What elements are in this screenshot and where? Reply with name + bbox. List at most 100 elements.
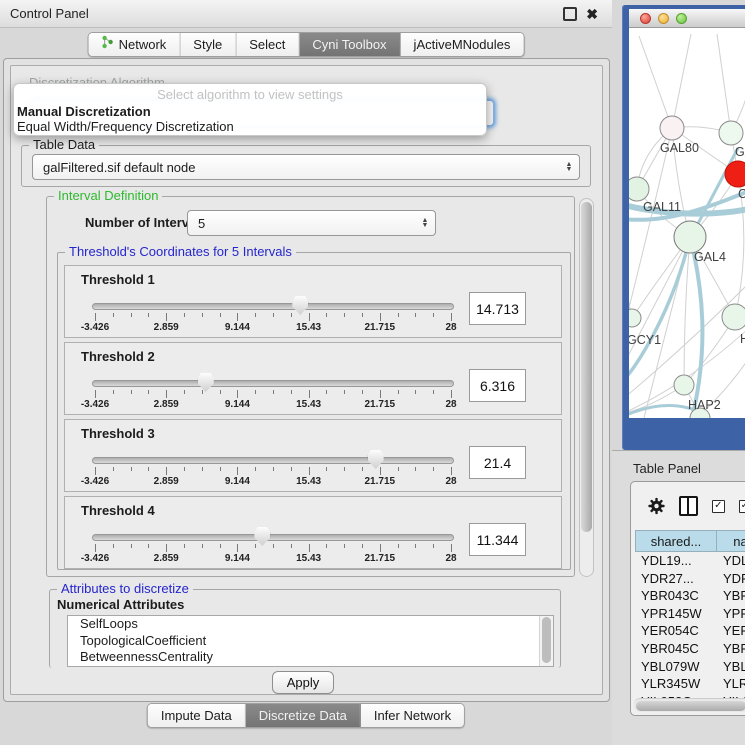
node-gcy1[interactable] bbox=[629, 309, 641, 327]
stepper-arrows-icon: ▲▼ bbox=[418, 218, 432, 228]
table-cell[interactable]: YBR043C bbox=[635, 587, 717, 605]
table-cell[interactable]: YBR0 bbox=[717, 640, 745, 658]
table-panel-window: ✓ ✓ shared... na YDL19...YDL1YDR27...YDR… bbox=[630, 481, 745, 716]
slider-tick bbox=[148, 313, 149, 317]
node-top-right[interactable] bbox=[719, 121, 743, 145]
table-cell[interactable]: YER0 bbox=[717, 622, 745, 640]
table-data-selected-value: galFiltered.sif default node bbox=[33, 160, 562, 175]
table-cell[interactable]: YLR3 bbox=[717, 675, 745, 693]
attributes-group: Attributes to discretize Numerical Attri… bbox=[49, 589, 561, 668]
network-canvas[interactable]: GAL80 GA C GAL11 GAL4 GCY1 H HAP2 bbox=[629, 28, 745, 418]
numerical-attributes-list[interactable]: SelfLoopsTopologicalCoefficientBetweenne… bbox=[67, 615, 554, 667]
number-of-intervals-value: 5 bbox=[188, 216, 418, 231]
tab-network[interactable]: Network bbox=[89, 33, 181, 56]
attributes-scrollbar[interactable] bbox=[539, 616, 553, 666]
table-row[interactable]: YDR27...YDR2 bbox=[635, 570, 745, 588]
node-gal80[interactable] bbox=[660, 116, 684, 140]
table-row[interactable]: YBR043CYBR0 bbox=[635, 587, 745, 605]
numerical-attributes-label: Numerical Attributes bbox=[57, 597, 184, 612]
threshold-slider-track[interactable] bbox=[92, 457, 454, 464]
threshold-slider-track[interactable] bbox=[92, 380, 454, 387]
threshold-value-field[interactable] bbox=[469, 446, 526, 479]
slider-tick bbox=[415, 544, 416, 548]
interval-scrollbar-thumb[interactable] bbox=[581, 202, 592, 532]
threshold-slider-thumb[interactable] bbox=[254, 527, 270, 546]
apply-button[interactable]: Apply bbox=[272, 671, 334, 694]
bottom-tab-discretize-data[interactable]: Discretize Data bbox=[246, 704, 361, 727]
node-h[interactable] bbox=[722, 304, 745, 330]
table-row[interactable]: YBR045CYBR0 bbox=[635, 640, 745, 658]
threshold-slider-track[interactable] bbox=[92, 534, 454, 541]
tab-style[interactable]: Style bbox=[180, 33, 236, 56]
threshold-value-field[interactable] bbox=[469, 369, 526, 402]
float-window-icon[interactable] bbox=[563, 7, 577, 21]
attributes-scrollbar-thumb[interactable] bbox=[542, 617, 551, 663]
threshold-slider-track[interactable] bbox=[92, 303, 454, 310]
table-row[interactable]: YPR145WYPR1 bbox=[635, 605, 745, 623]
table-cell[interactable]: YDL19... bbox=[635, 552, 717, 570]
attribute-list-item[interactable]: TopologicalCoefficient bbox=[68, 633, 553, 650]
slider-tick bbox=[362, 313, 363, 317]
table-horizontal-scrollbar[interactable] bbox=[634, 698, 745, 712]
number-of-intervals-combobox[interactable]: 5 ▲▼ bbox=[187, 210, 436, 236]
gear-icon[interactable] bbox=[648, 497, 665, 515]
checkbox-icon[interactable]: ✓ bbox=[739, 500, 745, 513]
node-hap2[interactable] bbox=[674, 375, 694, 395]
threshold-slider-thumb[interactable] bbox=[292, 296, 308, 315]
table-cell[interactable]: YBR045C bbox=[635, 640, 717, 658]
attribute-list-item[interactable]: SelfLoops bbox=[68, 616, 553, 633]
tab-select[interactable]: Select bbox=[236, 33, 299, 56]
slider-tick bbox=[148, 544, 149, 548]
threshold-slider-thumb[interactable] bbox=[368, 450, 384, 469]
threshold-value-field[interactable] bbox=[469, 292, 526, 325]
algorithm-option-equal-width[interactable]: Equal Width/Frequency Discretization bbox=[14, 119, 486, 134]
table-cell[interactable]: YER054C bbox=[635, 622, 717, 640]
table-data-combobox[interactable]: galFiltered.sif default node ▲▼ bbox=[32, 154, 580, 180]
network-nodes[interactable] bbox=[629, 116, 745, 418]
network-icon bbox=[102, 33, 114, 56]
node-gal4[interactable] bbox=[674, 221, 706, 253]
table-cell[interactable]: YBL0 bbox=[717, 658, 745, 676]
node-label-ga-partial: GA bbox=[735, 145, 745, 159]
table-cell[interactable]: YLR345W bbox=[635, 675, 717, 693]
slider-tick bbox=[131, 544, 132, 548]
slider-tick bbox=[220, 313, 221, 317]
node-gal11[interactable] bbox=[629, 177, 649, 201]
table-cell[interactable]: YDR27... bbox=[635, 570, 717, 588]
column-header-name[interactable]: na bbox=[717, 530, 745, 552]
attribute-list-item[interactable]: BetweennessCentrality bbox=[68, 649, 553, 666]
slider-tick-label: 9.144 bbox=[211, 322, 263, 333]
slider-tick bbox=[273, 467, 274, 471]
column-header-shared[interactable]: shared... bbox=[635, 530, 717, 552]
close-icon[interactable]: ✖ bbox=[586, 9, 598, 19]
table-cell[interactable]: YDL1 bbox=[717, 552, 745, 570]
split-view-icon[interactable] bbox=[679, 496, 698, 516]
table-row[interactable]: YBL079WYBL0 bbox=[635, 658, 745, 676]
network-window-titlebar[interactable] bbox=[629, 9, 745, 28]
bottom-tab-label: Discretize Data bbox=[259, 704, 347, 727]
tab-jactivemnodules[interactable]: jActiveMNodules bbox=[401, 33, 524, 56]
table-row[interactable]: YER054CYER0 bbox=[635, 622, 745, 640]
threshold-slider-thumb[interactable] bbox=[198, 373, 214, 392]
checkbox-icon[interactable]: ✓ bbox=[712, 500, 724, 513]
table-horizontal-scrollbar-thumb[interactable] bbox=[636, 701, 745, 711]
table-row[interactable]: YDL19...YDL1 bbox=[635, 552, 745, 570]
table-cell[interactable]: YPR1 bbox=[717, 605, 745, 623]
slider-tick-label: 21.715 bbox=[354, 399, 406, 410]
table-cell[interactable]: YDR2 bbox=[717, 570, 745, 588]
zoom-traffic-light-icon[interactable] bbox=[676, 13, 687, 24]
close-traffic-light-icon[interactable] bbox=[640, 13, 651, 24]
tab-cyni-toolbox[interactable]: Cyni Toolbox bbox=[299, 33, 400, 56]
threshold-value-field[interactable] bbox=[469, 523, 526, 556]
table-cell[interactable]: YBR0 bbox=[717, 587, 745, 605]
panel-title: Control Panel bbox=[10, 6, 89, 21]
algorithm-option-manual[interactable]: Manual Discretization bbox=[14, 104, 486, 119]
interval-scrollbar[interactable] bbox=[579, 198, 594, 577]
table-row[interactable]: YLR345WYLR3 bbox=[635, 675, 745, 693]
network-view-window: GAL80 GA C GAL11 GAL4 GCY1 H HAP2 bbox=[622, 5, 745, 450]
table-cell[interactable]: YPR145W bbox=[635, 605, 717, 623]
bottom-tab-impute-data[interactable]: Impute Data bbox=[148, 704, 246, 727]
minimize-traffic-light-icon[interactable] bbox=[658, 13, 669, 24]
table-cell[interactable]: YBL079W bbox=[635, 658, 717, 676]
bottom-tab-infer-network[interactable]: Infer Network bbox=[361, 704, 464, 727]
